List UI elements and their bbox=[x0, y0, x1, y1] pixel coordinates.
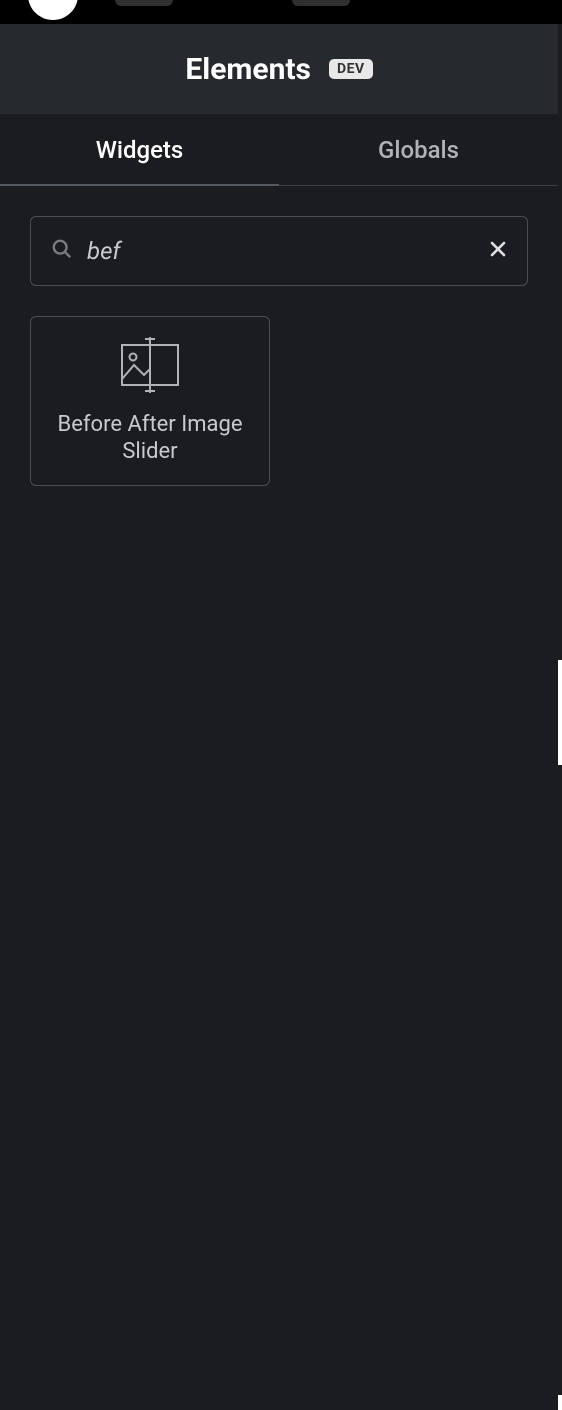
panel-header: Elements DEV bbox=[0, 24, 558, 114]
widgets-grid: Before After Image Slider bbox=[30, 316, 528, 486]
top-bar-control-2[interactable] bbox=[292, 0, 350, 6]
dev-badge: DEV bbox=[329, 59, 373, 79]
tab-widgets[interactable]: Widgets bbox=[0, 114, 279, 185]
panel-title: Elements bbox=[185, 52, 311, 87]
app-logo-circle bbox=[28, 0, 78, 20]
clear-search-button[interactable] bbox=[489, 240, 507, 262]
tab-globals-label: Globals bbox=[378, 136, 459, 164]
right-edge-indicator bbox=[558, 660, 562, 765]
tab-globals[interactable]: Globals bbox=[279, 114, 558, 185]
top-app-bar bbox=[0, 0, 562, 24]
widget-label: Before After Image Slider bbox=[51, 411, 249, 466]
top-bar-control-1[interactable] bbox=[115, 0, 173, 6]
before-after-slider-icon bbox=[120, 337, 180, 393]
panel-content: Before After Image Slider bbox=[0, 186, 558, 516]
search-container bbox=[30, 216, 528, 286]
panel-tabs: Widgets Globals bbox=[0, 114, 558, 186]
search-input[interactable] bbox=[87, 237, 489, 265]
widget-before-after-image-slider[interactable]: Before After Image Slider bbox=[30, 316, 270, 486]
right-edge-indicator-2 bbox=[558, 1395, 562, 1410]
search-icon bbox=[51, 238, 87, 264]
tab-widgets-label: Widgets bbox=[96, 136, 184, 164]
elements-panel: Elements DEV Widgets Globals bbox=[0, 24, 558, 516]
